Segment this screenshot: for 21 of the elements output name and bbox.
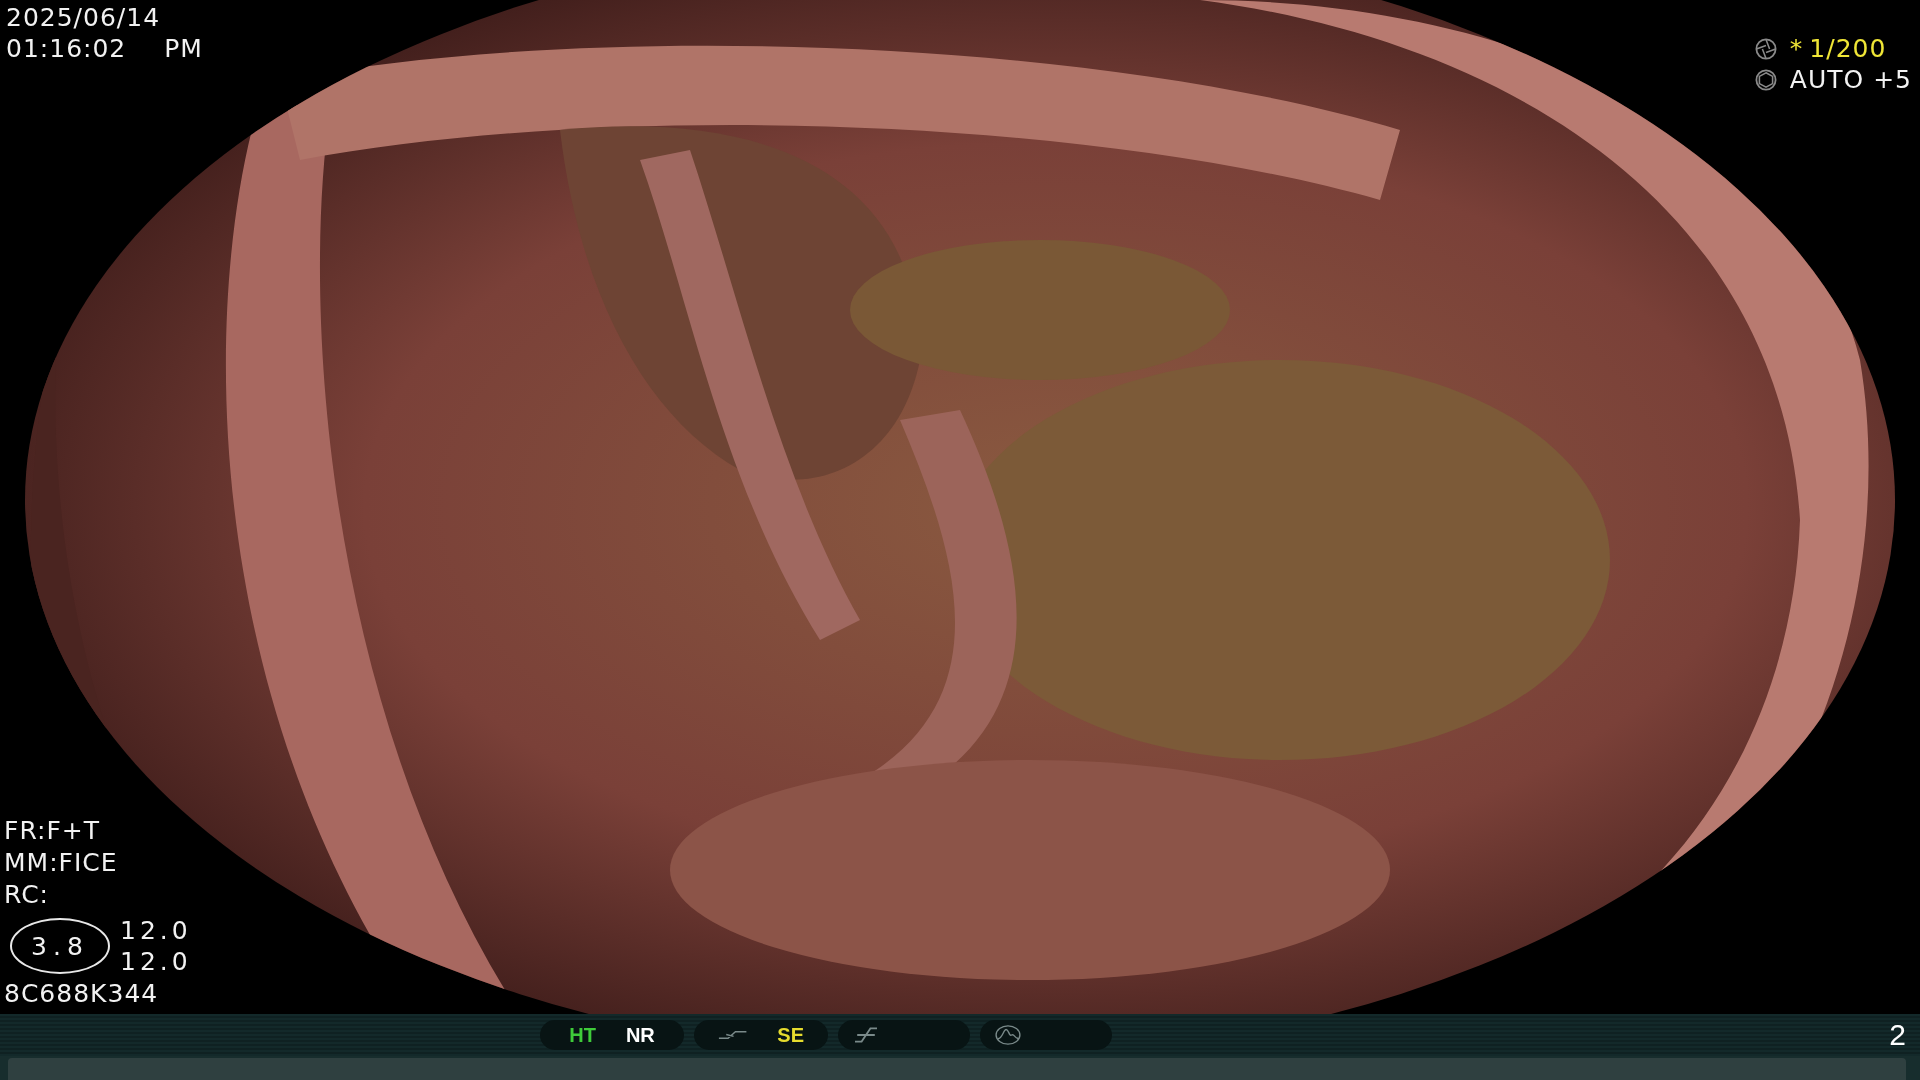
marker-text: *: [1789, 33, 1804, 64]
mode-label: HT: [569, 1023, 596, 1047]
setting-text: FR:F+T: [4, 815, 101, 846]
mode-label: SE: [777, 1023, 804, 1047]
shutter-icon: [1753, 36, 1778, 61]
mode-label: NR: [625, 1023, 655, 1047]
time-text: 01:16:02: [6, 33, 127, 64]
page-number: 2: [1889, 1018, 1906, 1052]
peak-icon: [992, 1024, 1024, 1046]
setting-text: MM:FICE: [4, 847, 119, 878]
aperture-icon: [1753, 67, 1778, 92]
serial-text: 8C688K344: [4, 978, 160, 1009]
reading-text: 12.0: [120, 915, 192, 946]
curve-icon: [718, 1029, 748, 1041]
reading-text: 12.0: [120, 946, 192, 977]
date-text: 2025/06/14: [6, 2, 162, 33]
setting-text: RC:: [4, 879, 50, 910]
zoom-value: 3.8: [10, 918, 110, 974]
shutter-speed-text: 1/200: [1809, 33, 1887, 64]
meridiem-text: PM: [164, 33, 203, 64]
brightness-text: AUTO +5: [1789, 64, 1912, 95]
